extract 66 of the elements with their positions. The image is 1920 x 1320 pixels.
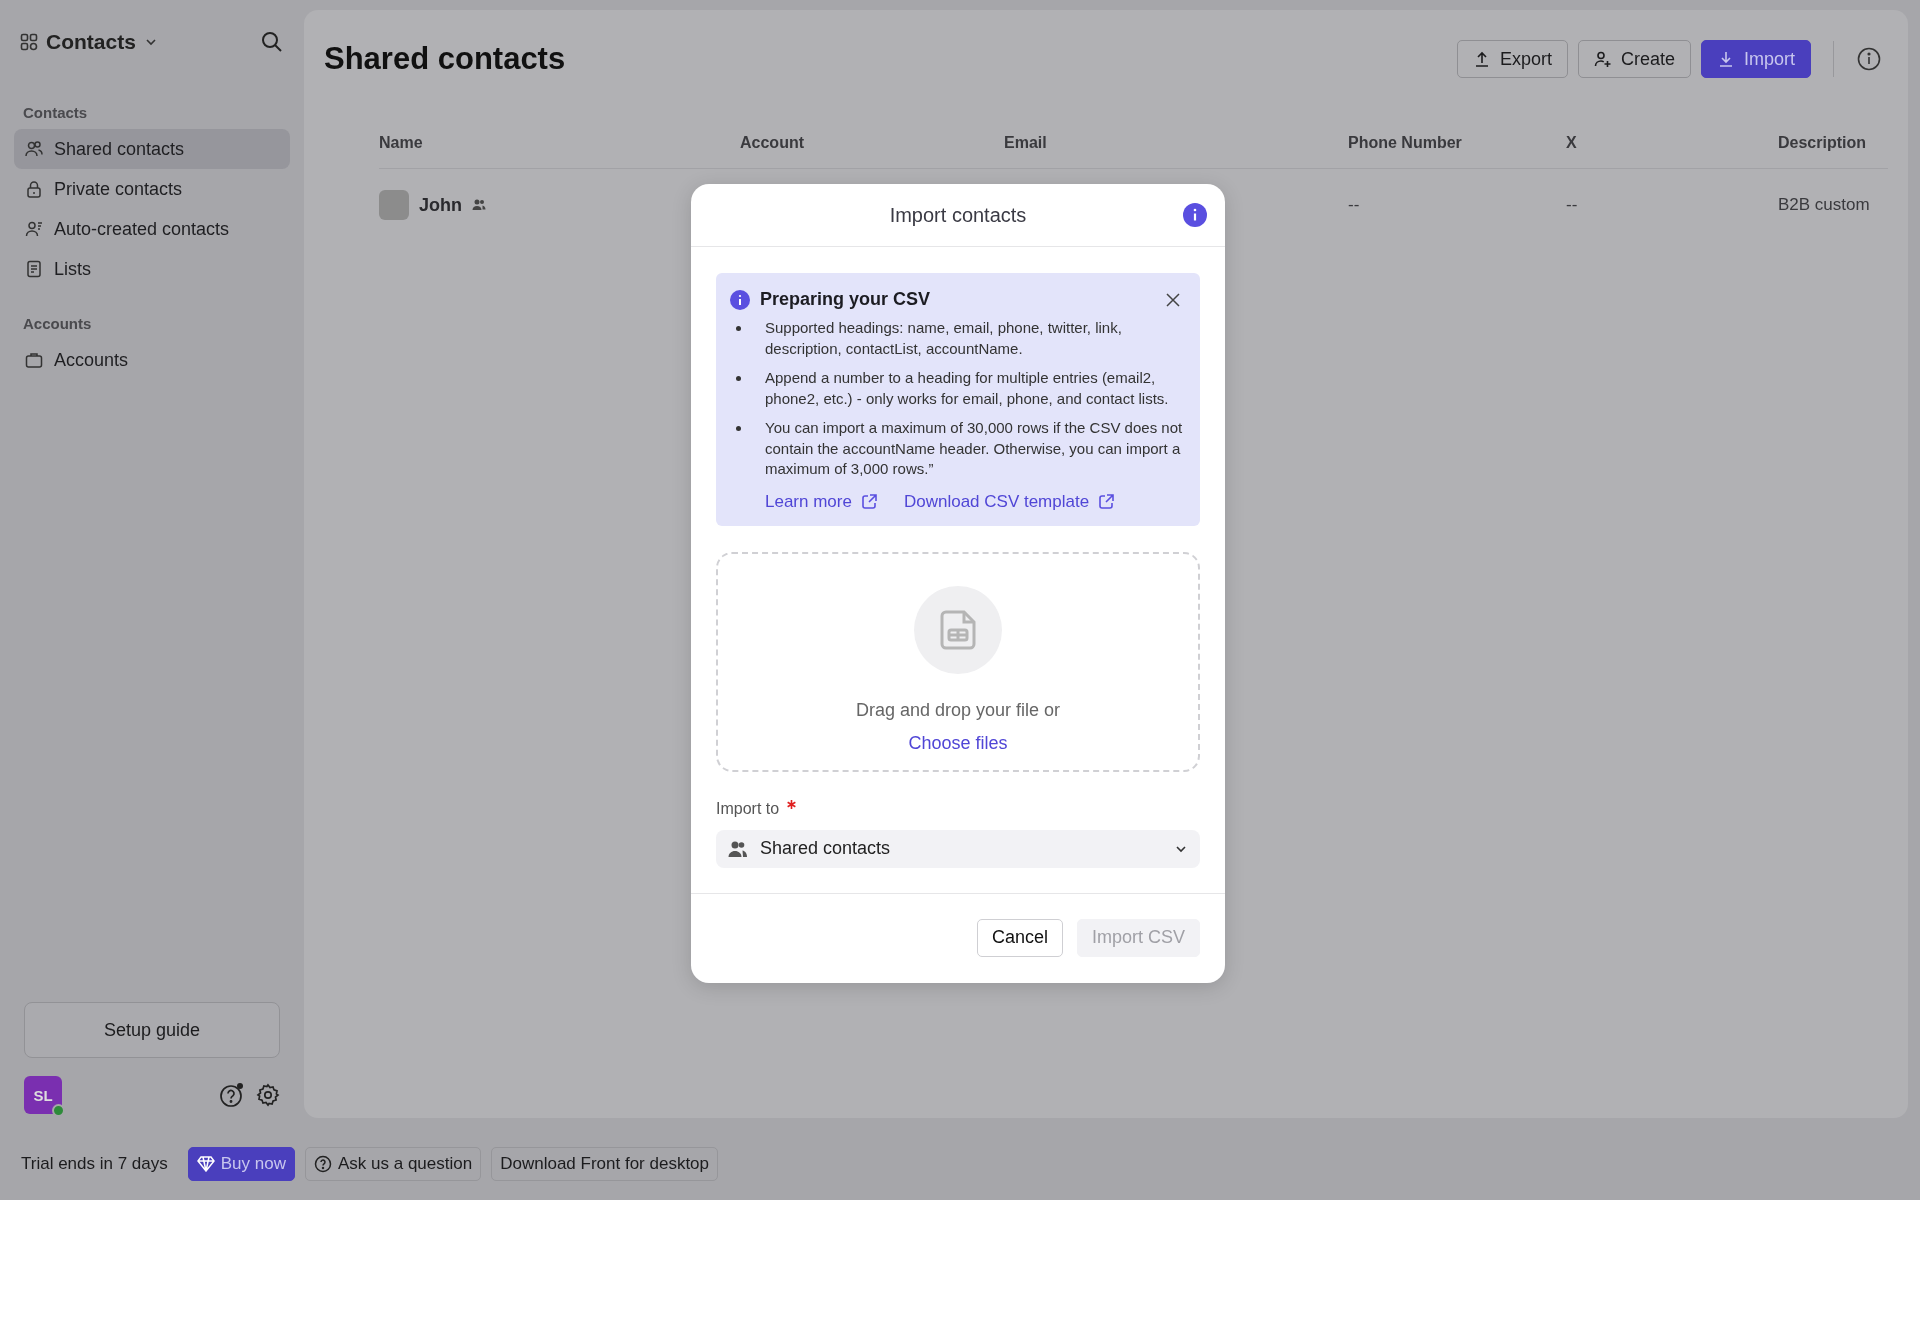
sidebar-item[interactable]: Accounts — [14, 340, 290, 380]
column-header[interactable]: Name — [379, 134, 740, 152]
section-heading: Contacts — [22, 104, 89, 121]
trial-notice: Trial ends in 7 days — [21, 1154, 168, 1174]
grid-icon — [20, 33, 38, 51]
download-button[interactable]: Download Front for desktop — [491, 1147, 719, 1181]
table-cell: B2B custom — [1778, 195, 1870, 214]
dialog-button[interactable]: Cancel — [976, 918, 1063, 957]
field-label: Import to — [716, 799, 780, 818]
notice-title: Preparing your CSV — [760, 289, 932, 310]
setup-guide-button[interactable]: Setup guide — [24, 1002, 280, 1058]
person-list-icon — [24, 219, 44, 239]
external-link[interactable]: Learn more — [765, 491, 878, 512]
notice-text: Append a number to a heading for multiple entries (email2, phone2, etc.) - only works for email, phone, and contact lists. — [765, 368, 1170, 409]
choose-files-link[interactable]: Choose files — [908, 732, 1008, 754]
file-dropzone[interactable]: Drag and drop your file or Choose files — [716, 551, 1200, 772]
table-cell: -- — [1566, 195, 1578, 214]
document-icon — [24, 259, 44, 279]
export-button[interactable]: Export — [1456, 40, 1568, 78]
dropzone-text: Drag and drop your file or — [855, 699, 1061, 721]
bullet-icon — [736, 376, 741, 381]
close-icon[interactable] — [1166, 292, 1180, 307]
external-link-icon — [1097, 492, 1116, 511]
column-header[interactable]: Email — [1004, 134, 1348, 152]
photo-placeholder — [379, 190, 409, 220]
diamond-icon — [196, 1156, 215, 1172]
people-icon — [24, 139, 44, 159]
download-icon — [1717, 50, 1735, 68]
external-link[interactable]: Download CSV template — [903, 491, 1116, 512]
info-icon[interactable] — [1856, 46, 1882, 72]
bullet-icon — [736, 326, 741, 331]
user-avatar[interactable]: SL — [24, 1076, 62, 1114]
people-icon — [472, 198, 486, 212]
help-icon — [314, 1155, 332, 1173]
people-icon — [728, 839, 748, 858]
dialog-title: Import contacts — [889, 203, 1027, 227]
search-icon[interactable] — [260, 30, 284, 54]
sidebar-item[interactable]: Shared contacts — [14, 129, 290, 169]
info-icon — [730, 289, 750, 310]
briefcase-icon — [24, 350, 44, 370]
column-header[interactable]: Description — [1778, 134, 1888, 152]
import-button[interactable]: Import — [1701, 40, 1811, 78]
notice-text: You can import a maximum of 30,000 rows if the CSV does not contain the accountName header. Otherwise, you can import a maximum of 3,000 rows.” — [765, 418, 1184, 479]
buy-now-button[interactable]: Buy now — [187, 1147, 295, 1181]
ask-question-button[interactable]: Ask us a question — [305, 1147, 482, 1181]
sidebar-item[interactable]: Private contacts — [14, 169, 290, 209]
contact-name[interactable]: John — [419, 194, 462, 216]
app-switcher[interactable]: Contacts — [20, 30, 158, 54]
import-to-select[interactable]: Shared contacts — [716, 829, 1200, 868]
sidebar-item[interactable]: Auto-created contacts — [14, 209, 290, 249]
column-header[interactable]: Phone Number — [1348, 134, 1566, 152]
section-heading: Accounts — [22, 315, 93, 332]
sidebar-item[interactable]: Lists — [14, 249, 290, 289]
lock-icon — [24, 179, 44, 199]
add-person-icon — [1593, 50, 1612, 68]
notice-text: Supported headings: name, email, phone, twitter, link, description, contactList, accountName. — [765, 318, 1123, 359]
create-button[interactable]: Create — [1577, 40, 1691, 78]
info-icon[interactable] — [1183, 203, 1207, 227]
settings-icon[interactable] — [256, 1083, 280, 1107]
column-header[interactable]: X — [1566, 134, 1778, 152]
bullet-icon — [736, 426, 741, 431]
table-cell: -- — [1348, 195, 1360, 214]
external-link-icon — [859, 492, 878, 511]
help-icon[interactable] — [218, 1081, 246, 1109]
column-header[interactable]: Account — [740, 134, 1004, 152]
page-title: Shared contacts — [324, 41, 566, 77]
